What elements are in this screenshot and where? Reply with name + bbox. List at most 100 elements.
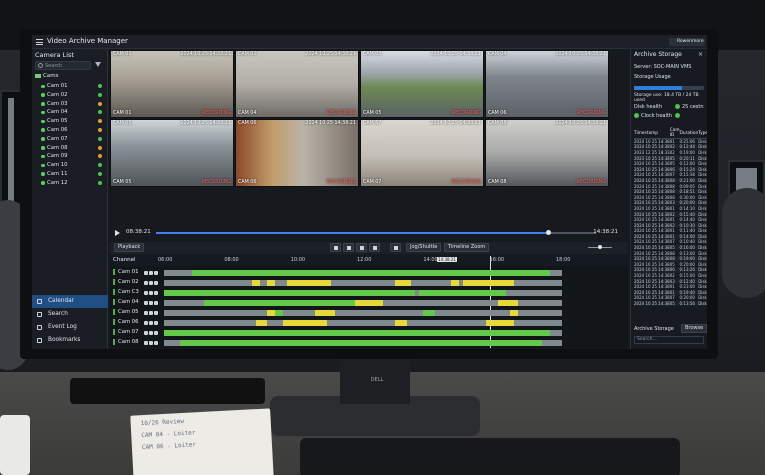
camera-list-item[interactable]: Cam 03 [40,100,104,109]
camera-list-item[interactable]: Cam 10 [40,161,104,170]
timeline-segment[interactable] [164,289,284,296]
camera-list-item[interactable]: Cam 02 [40,91,104,100]
timeline-segment[interactable] [510,309,519,316]
nav-item-calendar[interactable]: Calendar [32,295,108,308]
playback-tab[interactable]: Playback [114,243,145,252]
camera-tile[interactable]: CAM 57 2024 10 25 14:38:21 CAM 07 RECORDING [360,119,484,187]
jog-shuttle-button[interactable]: Jog/Shuttle [406,243,442,252]
timeline-segment[interactable] [164,329,551,336]
timeline-row[interactable]: Cam 02 [110,278,628,288]
timeline-segment[interactable] [315,309,336,316]
table-header[interactable]: Duration [679,128,699,139]
speaker-icon[interactable] [149,311,153,315]
camera-icon[interactable] [154,341,158,345]
camera-tile[interactable]: CAM 08 2024 10 25 14:38:21 CAM 08 RECORDING [485,119,609,187]
zoom-slider-handle[interactable] [598,245,602,249]
timeline-row[interactable]: Cam 01 [110,268,628,278]
timeline-segment[interactable] [251,279,260,286]
camera-icon[interactable] [154,271,158,275]
camera-list-item[interactable]: Cam 07 [40,135,104,144]
export-button[interactable] [390,243,401,252]
table-header[interactable]: Type [698,128,707,139]
timeline-segment[interactable] [179,339,543,346]
camera-icon[interactable] [154,331,158,335]
nav-item-search[interactable]: Search [32,308,108,321]
browse-button[interactable]: Browse [681,324,707,333]
camera-icon[interactable] [154,281,158,285]
speaker-icon[interactable] [149,331,153,335]
eye-icon[interactable] [144,331,148,335]
nav-item-event-log[interactable]: Event Log [32,321,108,334]
skip-back-button[interactable] [330,243,341,252]
speaker-icon[interactable] [149,291,153,295]
camera-icon[interactable] [154,321,158,325]
timeline-segment[interactable] [355,299,383,306]
timeline-lane[interactable] [164,319,562,326]
camera-tile[interactable]: CAM 03 2024 10 25 14:38:21 CAM 05 RECORDING [360,50,484,118]
timeline-segment[interactable] [267,309,276,316]
timeline-segment[interactable] [255,319,268,326]
timeline-segment[interactable] [283,289,415,296]
timeline-segment[interactable] [394,279,411,286]
filter-icon[interactable] [95,62,101,67]
skip-forward-button[interactable] [369,243,380,252]
timeline-zoom-button[interactable]: Timeline Zoom [444,243,490,252]
menu-icon[interactable] [36,39,43,45]
eye-icon[interactable] [144,311,148,315]
camera-list-item[interactable]: Cam 09 [40,152,104,161]
camera-tree-root[interactable]: Cams [35,73,58,79]
camera-icon[interactable] [154,311,158,315]
timeline-segment[interactable] [283,319,328,326]
table-header[interactable]: Timestamp [634,128,670,139]
timeline-segment[interactable] [486,319,515,326]
camera-list-item[interactable]: Cam 08 [40,144,104,153]
camera-tile[interactable]: CAM 02 2024 10 25 14:38:21 CAM 04 RECORDING [235,50,359,118]
timeline-lane[interactable] [164,299,562,306]
timeline-segment[interactable] [450,279,459,286]
speaker-icon[interactable] [149,281,153,285]
camera-list-item[interactable]: Cam 12 [40,179,104,188]
camera-list-item[interactable]: Cam 01 [40,82,104,91]
close-icon[interactable]: × [698,51,703,58]
playback-handle[interactable] [545,230,551,235]
nav-item-bookmarks[interactable]: Bookmarks [32,334,108,347]
table-header[interactable]: Cam ID [669,128,680,139]
timeline-lane[interactable] [164,339,562,346]
camera-list-item[interactable]: Cam 04 [40,108,104,117]
timeline-row[interactable]: Cam 04 [110,298,628,308]
play-icon[interactable] [115,230,120,236]
speaker-icon[interactable] [149,271,153,275]
pause-button[interactable] [356,243,367,252]
play-button[interactable] [343,243,354,252]
timeline-row[interactable]: Cam 07 [110,328,628,338]
timeline-segment[interactable] [498,299,519,306]
timeline-lane[interactable] [164,289,562,296]
timeline-segment[interactable] [191,269,551,276]
timeline-row[interactable]: Cam C3 [110,288,628,298]
camera-list-item[interactable]: Cam 11 [40,170,104,179]
table-row[interactable]: 2024 10 25 14:38 05 0:13:56 Disk [634,300,707,307]
eye-icon[interactable] [144,271,148,275]
camera-tile[interactable]: CAM 01 2024 10 25 14:38:21 CAM 01 RECORDING [110,50,234,118]
timeline-segment[interactable] [418,289,507,296]
timeline-segment[interactable] [203,299,363,306]
timeline-segment[interactable] [267,279,276,286]
eye-icon[interactable] [144,291,148,295]
camera-list-item[interactable]: Cam 06 [40,126,104,135]
speaker-icon[interactable] [149,321,153,325]
timeline-segment[interactable] [287,279,332,286]
camera-search-input[interactable]: Search [35,61,91,70]
camera-tile[interactable]: CAM 04 2024 10 25 14:38:21 CAM 06 RECORDING [485,50,609,118]
eye-icon[interactable] [144,341,148,345]
timeline-lane[interactable] [164,279,562,286]
camera-tile[interactable]: CAM 06 2024 10 25 14:38:21 CAM 06 RECORDING [235,119,359,187]
user-button[interactable]: Rowenmore [669,38,705,46]
camera-list-item[interactable]: Cam 05 [40,117,104,126]
eye-icon[interactable] [144,321,148,325]
timeline-segment[interactable] [394,319,407,326]
speaker-icon[interactable] [149,301,153,305]
timeline-segment[interactable] [275,309,284,316]
camera-tile[interactable]: CAM 05 2024 10 25 14:38:21 CAM 05 RECORDING [110,119,234,187]
timeline-segment[interactable] [462,279,515,286]
timeline-row[interactable]: Cam 06 [110,318,628,328]
